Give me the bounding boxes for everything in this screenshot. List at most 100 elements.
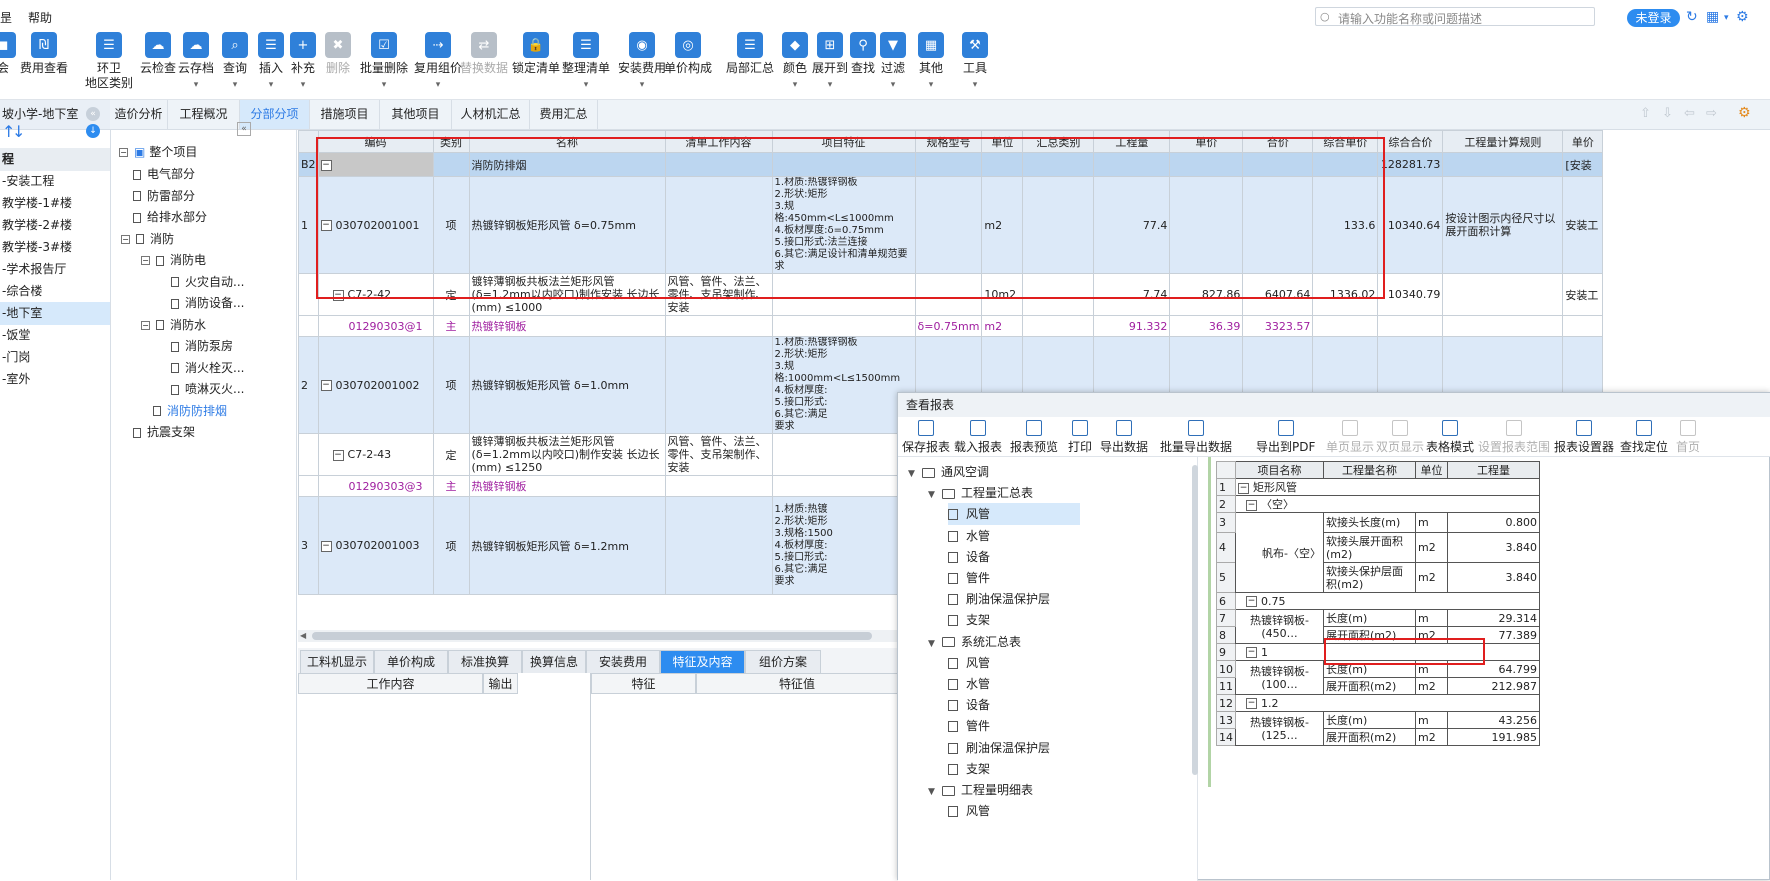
table-row[interactable]: 01290303@1 主 热镀锌钢板 δ=0.75mm m2 91.332 36… bbox=[298, 315, 1604, 337]
collapse-icon[interactable]: − bbox=[320, 540, 332, 552]
tab-6[interactable]: 费用汇总 bbox=[530, 100, 598, 129]
detail-tab[interactable]: 标准换算 bbox=[448, 650, 522, 673]
detail-tab[interactable]: 特征及内容 bbox=[660, 650, 745, 673]
code-cell[interactable]: 01290303@1 bbox=[317, 315, 434, 337]
unit-project-item[interactable]: -饭堂 bbox=[0, 324, 110, 347]
collapse-icon[interactable]: − bbox=[320, 380, 332, 391]
move-right-icon[interactable]: ⇨ bbox=[1706, 106, 1717, 121]
toolbar-button-6[interactable]: ☰ 插入 ▾ bbox=[258, 32, 284, 90]
unit-project-item[interactable]: -综合楼 bbox=[0, 280, 110, 303]
tree-node[interactable]: 喷淋灭火... bbox=[171, 378, 244, 400]
report-tree-node[interactable]: 支架 bbox=[948, 609, 990, 631]
expand-icon[interactable]: ▼ bbox=[928, 484, 938, 506]
report-toolbar-button[interactable]: 查找定位 bbox=[1620, 420, 1668, 455]
group-cell[interactable]: − 〈空〉 bbox=[1235, 495, 1540, 513]
report-tree-node[interactable]: 设备 bbox=[948, 694, 990, 716]
toolbar-button-3[interactable]: ☁ 云检查 bbox=[140, 32, 176, 76]
report-row[interactable]: 6 −0.75 bbox=[1216, 592, 1540, 610]
report-tree-node[interactable]: ▼ 系统汇总表 bbox=[928, 631, 1021, 653]
name-cell[interactable]: 热镀锌钢板 bbox=[468, 475, 666, 497]
unit-project-item[interactable]: 教学楼-3#楼 bbox=[0, 236, 110, 259]
collapse-icon[interactable]: − bbox=[1246, 647, 1257, 658]
toolbar-button-20[interactable]: ▼ 过滤 ▾ bbox=[880, 32, 906, 90]
report-toolbar-button[interactable]: 打印 bbox=[1068, 420, 1092, 455]
col-header[interactable]: 单价 bbox=[1562, 130, 1604, 153]
toolbar-button-21[interactable]: ▦ 其他 ▾ bbox=[918, 32, 944, 90]
report-tree-node[interactable]: 支架 bbox=[948, 758, 990, 780]
toolbar-button-18[interactable]: ⊞ 展开到 ▾ bbox=[812, 32, 848, 90]
toolbar-button-0[interactable]: ◼ 会 bbox=[0, 32, 16, 76]
toolbar-button-9[interactable]: ☑ 批量删除 ▾ bbox=[360, 32, 408, 90]
toolbar-button-8[interactable]: ✖ 删除 bbox=[325, 32, 351, 76]
expand-icon[interactable]: ▼ bbox=[928, 633, 938, 655]
tree-node[interactable]: 消火栓灭... bbox=[171, 357, 244, 379]
report-tree-node[interactable]: 风管 bbox=[948, 652, 990, 674]
menu-stub[interactable]: 昰 bbox=[0, 9, 12, 26]
toolbar-button-13[interactable]: ☰ 整理清单 ▾ bbox=[562, 32, 610, 90]
toolbar-button-16[interactable]: ☰ 局部汇总 bbox=[726, 32, 774, 76]
collapse-icon[interactable]: − bbox=[332, 449, 344, 461]
tree-node[interactable]: − 消防电 bbox=[141, 249, 206, 271]
group-cell[interactable]: −1.2 bbox=[1235, 694, 1540, 712]
name-cell[interactable]: 热镀锌钢板矩形风管 δ=1.2mm bbox=[468, 496, 666, 595]
report-toolbar-button[interactable]: 双页显示 bbox=[1376, 420, 1424, 455]
unit-project-item[interactable]: -学术报告厅 bbox=[0, 258, 110, 281]
report-toolbar-button[interactable]: 载入报表 bbox=[954, 420, 1002, 455]
code-cell[interactable]: 01290303@3 bbox=[317, 475, 434, 497]
toolbar-button-14[interactable]: ◉ 安装费用 ▾ bbox=[618, 32, 666, 90]
collapse-icon[interactable]: − bbox=[121, 234, 130, 244]
toolbar-button-4[interactable]: ☁ 云存档 ▾ bbox=[178, 32, 214, 90]
report-toolbar-button[interactable]: 表格模式 bbox=[1426, 420, 1474, 455]
toolbar-button-19[interactable]: ⚲ 查找 bbox=[850, 32, 876, 76]
report-toolbar-button[interactable]: 设置报表范围 bbox=[1478, 420, 1550, 455]
name-cell[interactable]: 热镀锌钢板矩形风管 δ=1.0mm bbox=[468, 336, 666, 434]
collapse-tree-icon[interactable]: « bbox=[237, 122, 251, 136]
col-header[interactable]: 工程量计算规则 bbox=[1442, 130, 1564, 153]
report-tree-node[interactable]: 水管 bbox=[948, 525, 990, 547]
collapse-icon[interactable]: − bbox=[141, 256, 150, 265]
report-row[interactable]: 12 −1.2 bbox=[1216, 694, 1540, 712]
toolbar-button-2[interactable]: ☰ 环卫 地区类别 bbox=[85, 32, 133, 91]
tree-node[interactable]: 消防泵房 bbox=[171, 335, 233, 357]
collapse-icon[interactable]: « bbox=[86, 107, 100, 121]
horizontal-scrollbar[interactable]: ◀ bbox=[298, 630, 898, 642]
refresh-icon[interactable]: ↻ bbox=[1686, 9, 1698, 25]
report-toolbar-button[interactable]: 批量导出数据 bbox=[1160, 420, 1232, 455]
unit-project-item[interactable]: -室外 bbox=[0, 368, 110, 391]
report-row[interactable]: 2 − 〈空〉 bbox=[1216, 495, 1540, 513]
report-toolbar-button[interactable]: 报表预览 bbox=[1010, 420, 1058, 455]
report-tree-node[interactable]: 风管 bbox=[948, 800, 990, 822]
detail-tab[interactable]: 单价构成 bbox=[374, 650, 448, 673]
code-cell[interactable]: −030702001002 bbox=[317, 336, 434, 434]
tree-node[interactable]: 火灾自动... bbox=[171, 271, 244, 293]
report-tree-node[interactable]: 刷油保温保护层 bbox=[948, 737, 1050, 759]
report-toolbar-button[interactable]: 首页 bbox=[1676, 420, 1700, 455]
tree-node[interactable]: 电气部分 bbox=[133, 163, 195, 185]
toolbar-button-11[interactable]: ⇄ 替换数据 bbox=[460, 32, 508, 76]
tree-node[interactable]: 防雷部分 bbox=[133, 185, 195, 207]
scroll-thumb[interactable] bbox=[312, 632, 872, 640]
toolbar-button-22[interactable]: ⚒ 工具 ▾ bbox=[962, 32, 988, 90]
tree-node[interactable]: − 消防水 bbox=[141, 314, 206, 336]
report-tree-node[interactable]: 管件 bbox=[948, 715, 990, 737]
col-header[interactable]: 综合合价 bbox=[1377, 130, 1444, 153]
scroll-left-icon[interactable]: ◀ bbox=[300, 632, 308, 640]
detail-tab[interactable]: 工料机显示 bbox=[300, 650, 374, 673]
move-left-icon[interactable]: ⇦ bbox=[1684, 106, 1695, 121]
toolbar-button-15[interactable]: ◎ 单价构成 bbox=[664, 32, 712, 76]
collapse-icon[interactable]: − bbox=[1246, 596, 1257, 607]
report-row[interactable]: 7 热镀锌钢板-(450… 长度(m) m 29.314 bbox=[1216, 609, 1540, 644]
report-tree-node[interactable]: ▼ 工程量汇总表 bbox=[928, 482, 1033, 504]
expand-icon[interactable]: ▼ bbox=[928, 781, 938, 803]
tab-1[interactable]: 工程概况 bbox=[168, 100, 240, 129]
report-tree-node[interactable]: 水管 bbox=[948, 673, 990, 695]
report-toolbar-button[interactable]: 报表设置器 bbox=[1554, 420, 1614, 455]
splitter[interactable] bbox=[590, 673, 591, 880]
tree-node[interactable]: 消防防排烟 bbox=[153, 400, 227, 422]
toolbar-button-10[interactable]: ⇢ 复用组价 ▾ bbox=[414, 32, 462, 90]
feature-cell[interactable]: 1.材质:热镀 2.形状:矩形 3.规格:1500 4.板材厚度: 5.接口形式… bbox=[771, 496, 916, 595]
report-tree-node[interactable]: ▼ 通风空调 bbox=[908, 461, 989, 483]
unit-project-item[interactable]: -安装工程 bbox=[0, 170, 110, 193]
collapse-icon[interactable]: − bbox=[1246, 499, 1257, 511]
unit-project-item[interactable]: 程 bbox=[0, 148, 110, 171]
